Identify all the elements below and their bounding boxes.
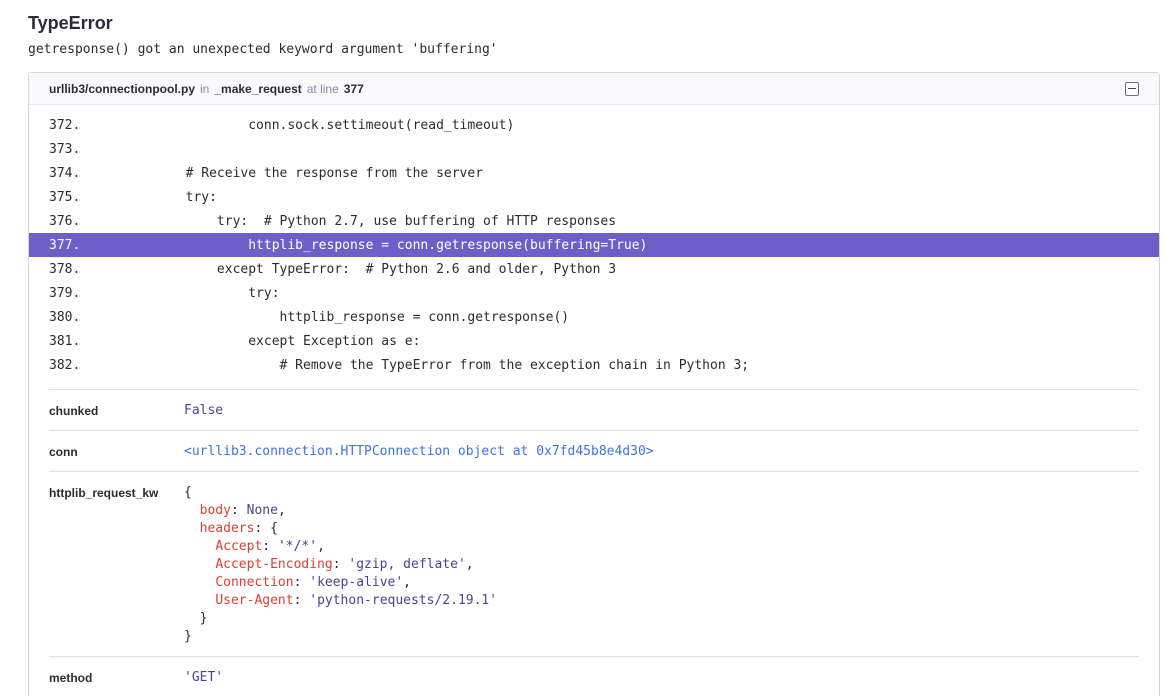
dict-value: 'keep-alive' xyxy=(309,575,404,590)
code-line: 375. try: xyxy=(29,185,1159,209)
variable-value: 'GET' xyxy=(184,670,224,685)
line-source: # Receive the response from the server xyxy=(123,165,484,181)
line-source: try: # Python 2.7, use buffering of HTTP… xyxy=(123,213,617,229)
variable-row-conn: conn <urllib3.connection.HTTPConnection … xyxy=(49,431,1139,472)
brace-close: } xyxy=(184,629,192,644)
variable-value: { body: None, headers: { Accept: '*/*', … xyxy=(184,485,498,644)
variable-name: conn xyxy=(49,445,78,459)
variable-name: httplib_request_kw xyxy=(49,486,159,500)
line-number: 376. xyxy=(49,213,81,229)
dict-key: User-Agent xyxy=(215,593,294,608)
line-number: 377. xyxy=(49,237,81,253)
frame-at-line-label: at line xyxy=(306,81,339,96)
line-number: 379. xyxy=(49,285,81,301)
line-source: httplib_response = conn.getresponse(buff… xyxy=(123,237,648,253)
line-source: conn.sock.settimeout(read_timeout) xyxy=(123,117,515,133)
line-number: 373. xyxy=(49,141,81,157)
dict-key: body xyxy=(199,503,231,518)
exception-type: TypeError xyxy=(28,13,113,33)
dict-key: headers xyxy=(199,521,255,536)
code-line: 378. except TypeError: # Python 2.6 and … xyxy=(29,257,1159,281)
code-line: 376. try: # Python 2.7, use buffering of… xyxy=(29,209,1159,233)
dict-value: '*/*' xyxy=(277,539,318,554)
dict-key: Accept-Encoding xyxy=(215,557,333,572)
line-number: 380. xyxy=(49,309,81,325)
code-line: 374. # Receive the response from the ser… xyxy=(29,161,1159,185)
frame-filename: urllib3/connectionpool.py xyxy=(49,81,196,96)
variable-row-httplib-request-kw: httplib_request_kw { body: None, headers… xyxy=(49,472,1139,657)
line-source: httplib_response = conn.getresponse() xyxy=(123,309,570,325)
line-source: try: xyxy=(123,285,280,301)
frame-in-label: in xyxy=(200,81,210,96)
brace-open: { xyxy=(184,485,192,500)
frame-line-number: 377 xyxy=(343,81,364,96)
variable-row-chunked: chunked False xyxy=(49,390,1139,431)
code-line: 373. xyxy=(29,137,1159,161)
code-line: 379. try: xyxy=(29,281,1159,305)
line-source: except Exception as e: xyxy=(123,333,421,349)
code-line: 381. except Exception as e: xyxy=(29,329,1159,353)
line-number: 375. xyxy=(49,189,81,205)
line-source: try: xyxy=(123,189,217,205)
exception-message: getresponse() got an unexpected keyword … xyxy=(28,42,498,57)
frame-header[interactable]: urllib3/connectionpool.py in _make_reque… xyxy=(29,73,1159,105)
code-context: 372. conn.sock.settimeout(read_timeout) … xyxy=(29,105,1159,377)
minus-square-icon[interactable] xyxy=(1125,82,1139,96)
line-number: 372. xyxy=(49,117,81,133)
variable-row-method: method 'GET' xyxy=(49,657,1139,696)
frame-variables: chunked False conn <urllib3.connection.H… xyxy=(49,389,1139,696)
stack-frame: urllib3/connectionpool.py in _make_reque… xyxy=(28,72,1160,696)
exception-header: TypeError getresponse() got an unexpecte… xyxy=(28,12,498,58)
frame-function: _make_request xyxy=(214,81,302,96)
variable-name: chunked xyxy=(49,404,99,418)
dict-key: Accept xyxy=(215,539,263,554)
code-line: 380. httplib_response = conn.getresponse… xyxy=(29,305,1159,329)
variable-name: method xyxy=(49,671,93,685)
dict-value: None xyxy=(246,503,278,518)
brace-open: { xyxy=(270,521,278,536)
code-line-active: 377. httplib_response = conn.getresponse… xyxy=(29,233,1159,257)
line-source: # Remove the TypeError from the exceptio… xyxy=(123,357,750,373)
code-line: 372. conn.sock.settimeout(read_timeout) xyxy=(29,113,1159,137)
code-line: 382. # Remove the TypeError from the exc… xyxy=(29,353,1159,377)
line-number: 381. xyxy=(49,333,81,349)
line-number: 382. xyxy=(49,357,81,373)
line-number: 378. xyxy=(49,261,81,277)
line-source: except TypeError: # Python 2.6 and older… xyxy=(123,261,617,277)
dict-value: 'python-requests/2.19.1' xyxy=(309,593,498,608)
dict-value: 'gzip, deflate' xyxy=(348,557,466,572)
dict-key: Connection xyxy=(215,575,294,590)
brace-close: } xyxy=(199,611,208,626)
line-number: 374. xyxy=(49,165,81,181)
variable-value: False xyxy=(184,403,224,418)
variable-value: <urllib3.connection.HTTPConnection objec… xyxy=(184,444,654,459)
